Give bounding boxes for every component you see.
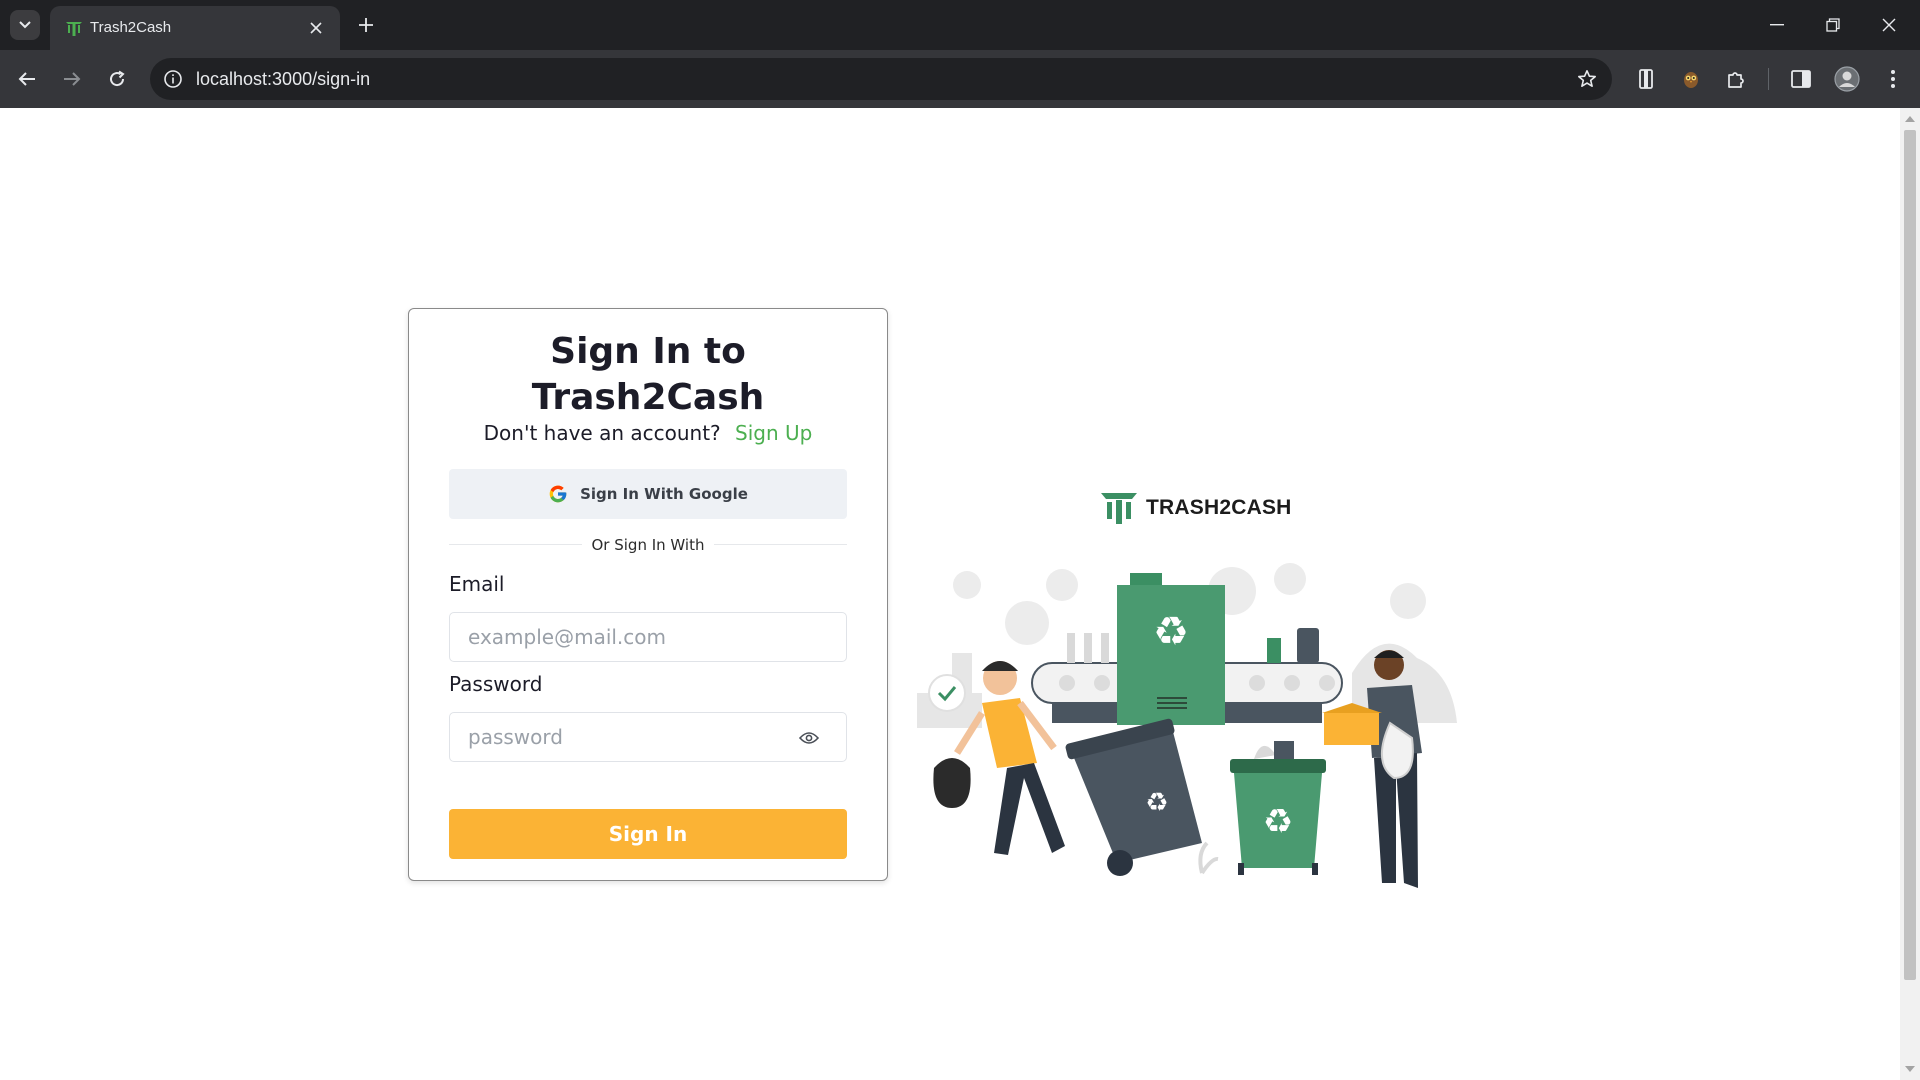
page-scrollbar[interactable]: [1900, 108, 1920, 1080]
url-text: localhost:3000/sign-in: [196, 69, 371, 89]
svg-text:♻: ♻: [1145, 788, 1168, 818]
bookmark-button[interactable]: [1576, 68, 1598, 90]
kebab-menu-icon: [1891, 70, 1895, 88]
back-arrow-icon: [18, 72, 35, 86]
tab-search-button[interactable]: [10, 10, 40, 40]
avatar-icon: [1834, 66, 1860, 92]
reading-mode-icon: [1639, 69, 1653, 89]
reload-button[interactable]: [100, 62, 134, 96]
password-label: Password: [449, 672, 543, 696]
minimize-icon: [1770, 24, 1784, 26]
forward-button[interactable]: [55, 62, 89, 96]
bottles: [1067, 633, 1109, 663]
brand-header: TRASH2CASH: [1100, 488, 1292, 528]
trash2cash-logo: [1101, 493, 1137, 524]
forward-arrow-icon: [64, 72, 81, 86]
page-viewport: Sign In to Trash2Cash Don't have an acco…: [0, 108, 1900, 1080]
profile-button[interactable]: [1830, 62, 1864, 96]
chevron-down-icon: [19, 21, 31, 29]
browser-menu-button[interactable]: [1876, 62, 1910, 96]
tab-title: Trash2Cash: [90, 19, 172, 36]
email-label: Email: [449, 572, 505, 596]
svg-text:♻: ♻: [1263, 802, 1293, 842]
toggle-password-visibility-button[interactable]: [798, 728, 820, 748]
password-field[interactable]: [449, 712, 847, 762]
google-button-label: Sign In With Google: [580, 485, 748, 503]
reading-mode-button[interactable]: [1629, 62, 1663, 96]
star-icon: [1578, 70, 1596, 87]
puzzle-icon: [1728, 72, 1744, 88]
new-tab-button[interactable]: [354, 13, 378, 37]
divider-label: Or Sign In With: [581, 536, 715, 554]
toolbar-separator: [1768, 68, 1769, 90]
signup-prompt: Don't have an account? Sign Up: [409, 421, 887, 445]
brand-name: TRASH2CASH: [1146, 496, 1292, 519]
trash2cash-favicon-icon: [66, 22, 82, 36]
back-button[interactable]: [10, 62, 44, 96]
tab-close-button[interactable]: [306, 18, 326, 38]
google-icon: [549, 485, 567, 503]
browser-tab[interactable]: Trash2Cash: [50, 6, 340, 50]
extension-owl-button[interactable]: [1674, 62, 1708, 96]
info-icon: [164, 70, 182, 88]
email-input[interactable]: [468, 613, 798, 661]
close-icon: [1882, 18, 1896, 32]
browser-toolbar: localhost:3000/sign-in: [0, 50, 1920, 108]
check-badge: [928, 674, 966, 712]
sign-up-link[interactable]: Sign Up: [735, 421, 812, 445]
cardboard-box: [1324, 713, 1379, 745]
reload-icon: [110, 70, 125, 87]
scroll-up-arrow[interactable]: [1905, 116, 1915, 122]
jug: [1297, 628, 1319, 663]
restore-button[interactable]: [1810, 10, 1856, 40]
owl-extension-icon: [1684, 72, 1698, 88]
sign-in-button[interactable]: Sign In: [449, 809, 847, 859]
no-account-text: Don't have an account?: [483, 421, 721, 445]
close-window-button[interactable]: [1866, 10, 1912, 40]
tab-strip: Trash2Cash: [0, 0, 1920, 50]
recycling-illustration: ♻ ♻ ♻: [917, 563, 1457, 888]
google-sign-in-button[interactable]: Sign In With Google: [449, 469, 847, 519]
page-title: Sign In to Trash2Cash: [531, 331, 765, 418]
sign-in-card: Sign In to Trash2Cash Don't have an acco…: [408, 308, 888, 881]
scroll-thumb[interactable]: [1904, 130, 1916, 980]
recycle-symbol-icon: ♻: [1153, 609, 1189, 655]
minimize-button[interactable]: [1754, 10, 1800, 40]
password-input[interactable]: [468, 713, 798, 761]
bottle-green: [1267, 638, 1281, 663]
side-panel-button[interactable]: [1784, 62, 1818, 96]
email-field[interactable]: [449, 612, 847, 662]
plus-icon: [359, 18, 373, 32]
address-bar[interactable]: localhost:3000/sign-in: [150, 58, 1612, 100]
scroll-down-arrow[interactable]: [1905, 1066, 1915, 1072]
close-icon: [310, 22, 322, 34]
site-info-button[interactable]: [162, 68, 184, 90]
divider: Or Sign In With: [409, 535, 887, 554]
grey-bin: ♻: [1065, 718, 1202, 876]
green-bin: ♻: [1230, 741, 1326, 875]
eye-icon: [799, 732, 819, 744]
restore-icon: [1826, 18, 1840, 32]
side-panel-icon: [1791, 70, 1811, 88]
extensions-button[interactable]: [1719, 62, 1753, 96]
